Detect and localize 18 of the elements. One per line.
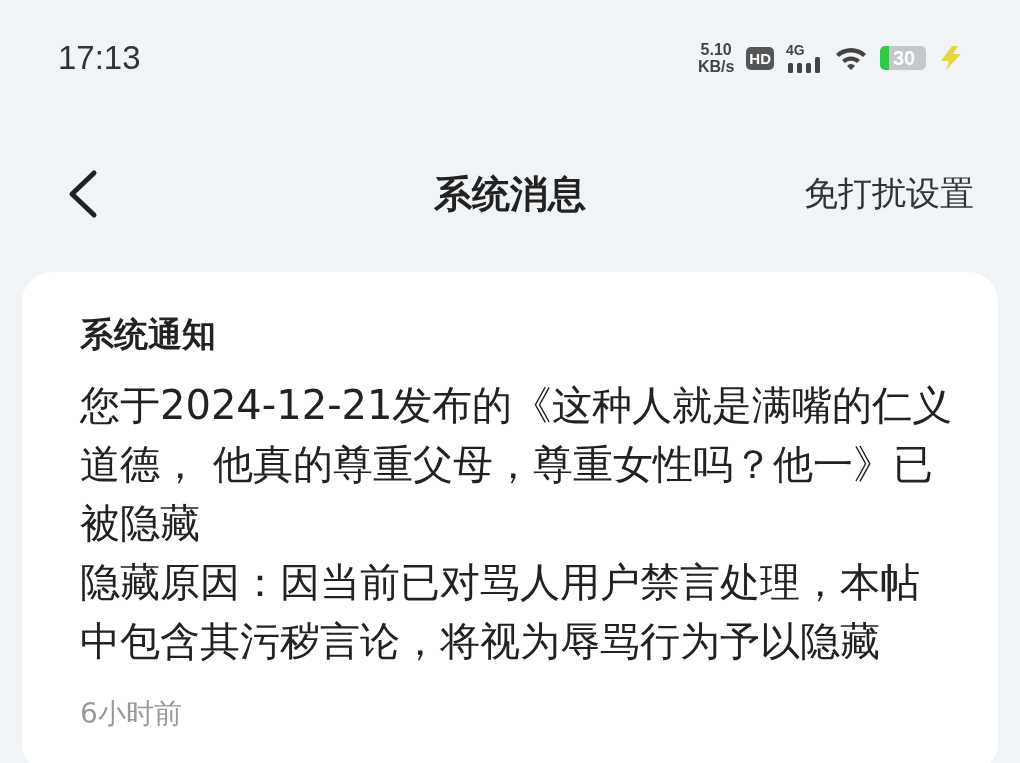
status-time: 17:13 <box>58 39 141 77</box>
wifi-icon <box>834 45 868 71</box>
signal-icon <box>786 57 822 73</box>
notice-time: 6小时前 <box>80 696 183 732</box>
notice-text-line: 道德， 他真的尊重父母，尊重女性吗？他一》已 <box>80 441 933 487</box>
notice-text-line: 隐藏原因：因当前已对骂人用户禁言处理，本帖 <box>80 559 920 605</box>
page-title: 系统消息 <box>434 171 586 216</box>
notice-text-line: 中包含其污秽言论，将视为辱骂行为予以隐藏 <box>80 618 880 664</box>
notice-title: 系统通知 <box>80 313 217 356</box>
notice-text-line: 被隐藏 <box>80 500 200 546</box>
battery-fill <box>880 46 889 70</box>
net-speed: 5.10 <box>700 41 732 58</box>
notice-text-line: 您于2024-12-21发布的《这种人就是满嘴的仁义 <box>80 382 953 428</box>
net-speed-unit: KB/s <box>697 58 735 75</box>
network-type: 4G <box>786 43 805 57</box>
do-not-disturb-settings-button[interactable]: 免打扰设置 <box>804 171 974 217</box>
battery-level: 30 <box>892 46 916 70</box>
hd-badge: HD <box>746 46 774 70</box>
